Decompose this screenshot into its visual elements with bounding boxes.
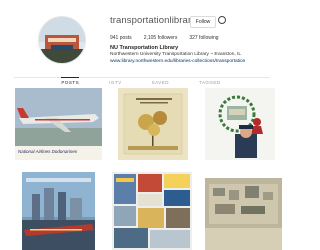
- profile-tabs: POSTS IGTV SAVED TAGGED: [0, 77, 282, 85]
- avatar-ground: [39, 49, 85, 63]
- profile-avatar[interactable]: [38, 16, 86, 64]
- city-train-image: [22, 172, 95, 250]
- post-tile-city-train[interactable]: [22, 172, 95, 250]
- bio-name: NU Transportation Library: [110, 45, 179, 51]
- bio-link[interactable]: www.library.northwestern.edu/libraries-c…: [110, 59, 245, 64]
- map-image: [205, 178, 282, 250]
- tab-posts[interactable]: POSTS: [61, 77, 80, 85]
- profile-username: transportationlibrary: [110, 15, 197, 26]
- post-tile-holiday-card[interactable]: [205, 88, 275, 160]
- tab-igtv[interactable]: IGTV: [109, 80, 122, 85]
- collage-image: [112, 172, 192, 250]
- followers-count[interactable]: 2,105 followers: [144, 35, 178, 41]
- tab-divider: [14, 77, 270, 78]
- post-tile-airplane[interactable]: National Airlines Dodonarines: [15, 88, 102, 160]
- avatar-windows: [48, 38, 76, 42]
- post-tile-collage[interactable]: [112, 172, 192, 250]
- bio-description: Northwestern University Transportation L…: [110, 52, 242, 57]
- post-tile-map[interactable]: [205, 178, 282, 250]
- posts-count[interactable]: 941 posts: [110, 35, 132, 41]
- following-count[interactable]: 327 following: [189, 35, 218, 41]
- follow-button[interactable]: Follow: [190, 16, 216, 28]
- options-icon[interactable]: [218, 16, 226, 24]
- airplane-caption: National Airlines Dodonarines: [18, 149, 78, 154]
- profile-stats: 941 posts 2,105 followers 327 following: [110, 35, 219, 41]
- avatar-train: [51, 45, 73, 50]
- holiday-card-image: [205, 88, 275, 160]
- tab-saved[interactable]: SAVED: [152, 80, 169, 85]
- post-tile-book-cover[interactable]: [118, 88, 188, 160]
- tab-tagged[interactable]: TAGGED: [199, 80, 221, 85]
- book-cover-image: [118, 88, 188, 160]
